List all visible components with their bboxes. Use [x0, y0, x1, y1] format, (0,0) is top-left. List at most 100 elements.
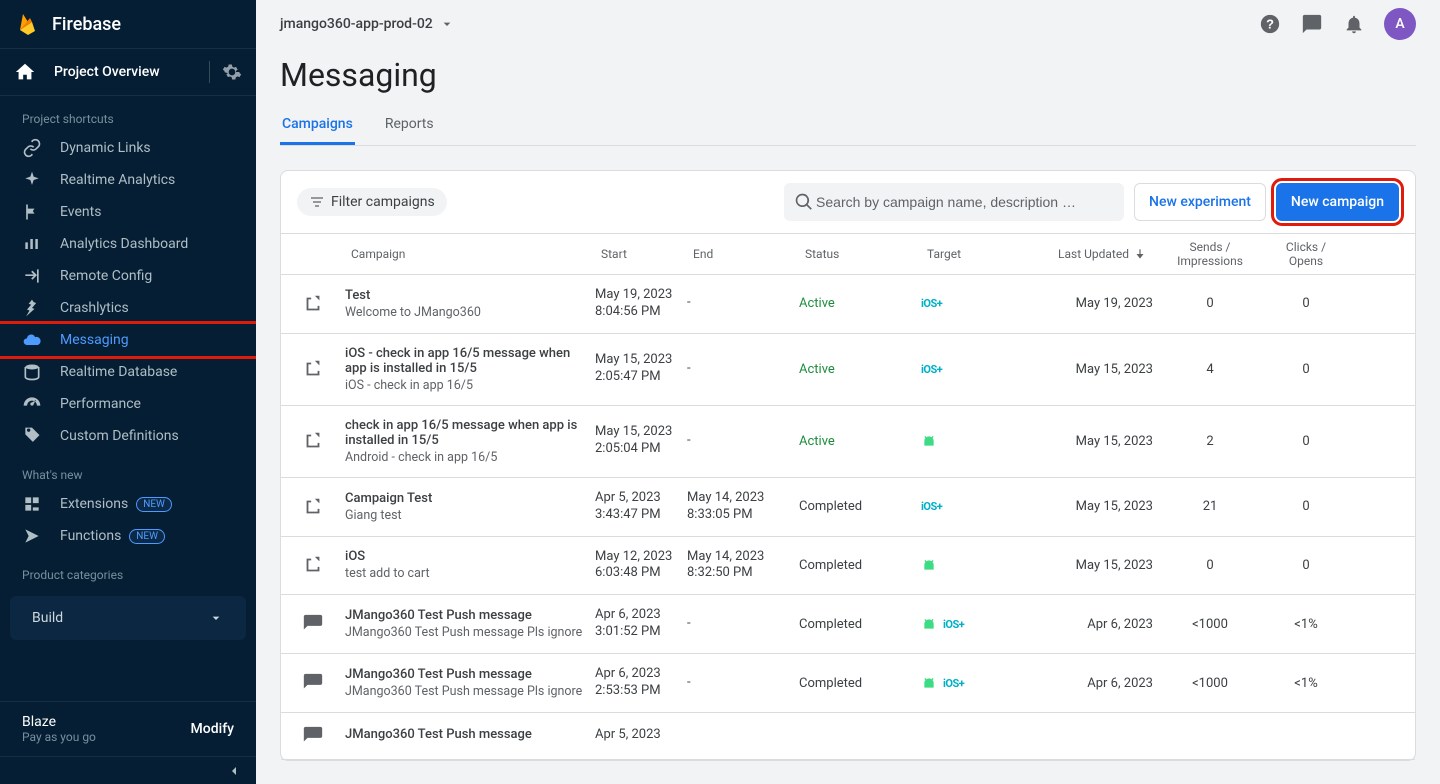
sidebar-item-label: Realtime Analytics: [60, 172, 175, 188]
chevron-down-icon: [208, 610, 224, 626]
project-overview-row[interactable]: Project Overview: [0, 48, 256, 96]
updated-cell: May 15, 2023: [1039, 434, 1153, 449]
table-row[interactable]: JMango360 Test Push messageJMango360 Tes…: [281, 654, 1415, 713]
help-icon[interactable]: ?: [1258, 12, 1282, 36]
android-target-icon: [921, 433, 937, 449]
push-icon: [302, 725, 324, 747]
dropdown-icon: [439, 16, 455, 32]
svg-text:?: ?: [1266, 17, 1274, 32]
inapp-icon: [302, 430, 324, 452]
target-icons: [921, 557, 1039, 573]
gauge-icon: [22, 394, 42, 414]
campaign-title: JMango360 Test Push message: [345, 608, 595, 623]
main: jmango360-app-prod-02 ? A Messaging Camp…: [256, 0, 1440, 784]
chevron-left-icon: [226, 763, 242, 779]
fn-icon: [22, 526, 42, 546]
th-campaign[interactable]: Campaign: [345, 247, 595, 261]
end-cell: -: [687, 675, 799, 692]
th-end[interactable]: End: [687, 247, 799, 261]
plan-row: Blaze Pay as you go Modify: [0, 701, 256, 756]
sidebar-item-realtime-database[interactable]: Realtime Database: [0, 356, 256, 388]
campaign-sub: iOS - check in app 16/5: [345, 378, 595, 393]
table-row[interactable]: iOS - check in app 16/5 message when app…: [281, 334, 1415, 406]
start-cell: Apr 6, 20233:01:52 PM: [595, 607, 687, 641]
firebase-logo[interactable]: Firebase: [0, 0, 256, 48]
th-sends[interactable]: Sends / Impressions: [1153, 240, 1267, 268]
home-icon: [14, 61, 36, 83]
target-cell: iOS+: [921, 500, 1039, 513]
project-name: jmango360-app-prod-02: [280, 16, 433, 32]
inapp-icon: [302, 496, 324, 518]
new-experiment-button[interactable]: New experiment: [1134, 183, 1266, 221]
start-cell: May 19, 20238:04:56 PM: [595, 287, 687, 321]
start-cell: May 15, 20232:05:47 PM: [595, 352, 687, 386]
tabs: Campaigns Reports: [280, 106, 1416, 146]
sidebar-item-label: Performance: [60, 396, 141, 412]
target-icons: iOS+: [921, 297, 1039, 310]
status-cell: Active: [799, 434, 921, 449]
tab-reports[interactable]: Reports: [383, 106, 436, 145]
sidebar-item-remote-config[interactable]: Remote Config: [0, 260, 256, 292]
sidebar-item-events[interactable]: Events: [0, 196, 256, 228]
campaign-sub: Welcome to JMango360: [345, 305, 595, 320]
feedback-icon[interactable]: [1300, 12, 1324, 36]
th-target[interactable]: Target: [921, 247, 1039, 261]
sidebar-item-crashlytics[interactable]: Crashlytics: [0, 292, 256, 324]
firebase-flame-icon: [16, 12, 40, 36]
avatar[interactable]: A: [1384, 8, 1416, 40]
tab-campaigns[interactable]: Campaigns: [280, 106, 355, 145]
campaign-title: iOS - check in app 16/5 message when app…: [345, 346, 595, 376]
inapp-icon: [302, 554, 324, 576]
push-icon: [302, 672, 324, 694]
sends-cell: 2: [1153, 434, 1267, 449]
sidebar-item-analytics-dashboard[interactable]: Analytics Dashboard: [0, 228, 256, 260]
updated-cell: May 15, 2023: [1039, 362, 1153, 377]
project-selector[interactable]: jmango360-app-prod-02: [280, 16, 455, 32]
table-row[interactable]: iOStest add to cartMay 12, 20236:03:48 P…: [281, 537, 1415, 596]
sidebar-collapse-button[interactable]: [0, 756, 256, 784]
project-overview-label: Project Overview: [54, 64, 197, 80]
bell-icon[interactable]: [1342, 12, 1366, 36]
target-cell: [921, 557, 1039, 573]
sidebar-item-dynamic-links[interactable]: Dynamic Links: [0, 132, 256, 164]
search-input[interactable]: [814, 193, 1114, 211]
plan-modify-button[interactable]: Modify: [191, 721, 234, 737]
table-row[interactable]: check in app 16/5 message when app is in…: [281, 406, 1415, 478]
sidebar-item-label: Crashlytics: [60, 300, 129, 316]
sidebar-item-messaging[interactable]: Messaging: [0, 324, 256, 356]
table-row[interactable]: JMango360 Test Push messageJMango360 Tes…: [281, 595, 1415, 654]
whatsnew-title: What's new: [0, 452, 256, 488]
table-row[interactable]: Campaign TestGiang testApr 5, 20233:43:4…: [281, 478, 1415, 537]
sidebar-item-realtime-analytics[interactable]: Realtime Analytics: [0, 164, 256, 196]
updated-cell: Apr 6, 2023: [1039, 617, 1153, 632]
table-row[interactable]: JMango360 Test Push messageApr 5, 2023: [281, 713, 1415, 760]
sidebar-item-label: Analytics Dashboard: [60, 236, 188, 252]
sidebar-item-extensions[interactable]: ExtensionsNEW: [0, 488, 256, 520]
new-campaign-button[interactable]: New campaign: [1276, 183, 1399, 221]
target-cell: iOS+: [921, 616, 1039, 632]
th-start[interactable]: Start: [595, 247, 687, 261]
campaign-title: iOS: [345, 549, 595, 564]
search-wrap[interactable]: [784, 183, 1124, 221]
updated-cell: Apr 6, 2023: [1039, 676, 1153, 691]
sort-desc-icon: [1133, 247, 1147, 261]
plan-sub: Pay as you go: [22, 730, 96, 744]
sidebar-item-custom-definitions[interactable]: Custom Definitions: [0, 420, 256, 452]
th-clicks[interactable]: Clicks / Opens: [1267, 240, 1345, 268]
sends-cell: 0: [1153, 558, 1267, 573]
sidebar-item-performance[interactable]: Performance: [0, 388, 256, 420]
campaign-sub: Giang test: [345, 508, 595, 523]
th-status[interactable]: Status: [799, 247, 921, 261]
target-cell: iOS+: [921, 363, 1039, 376]
gear-icon[interactable]: [222, 62, 242, 82]
filter-campaigns-chip[interactable]: Filter campaigns: [297, 188, 447, 216]
table-row[interactable]: TestWelcome to JMango360May 19, 20238:04…: [281, 275, 1415, 334]
build-category[interactable]: Build: [10, 596, 246, 640]
inapp-icon: [302, 293, 324, 315]
sends-cell: <1000: [1153, 617, 1267, 632]
android-target-icon: [921, 557, 937, 573]
sidebar-item-functions[interactable]: FunctionsNEW: [0, 520, 256, 552]
new-badge: NEW: [136, 497, 172, 512]
android-target-icon: [921, 616, 937, 632]
th-updated[interactable]: Last Updated: [1039, 247, 1153, 261]
